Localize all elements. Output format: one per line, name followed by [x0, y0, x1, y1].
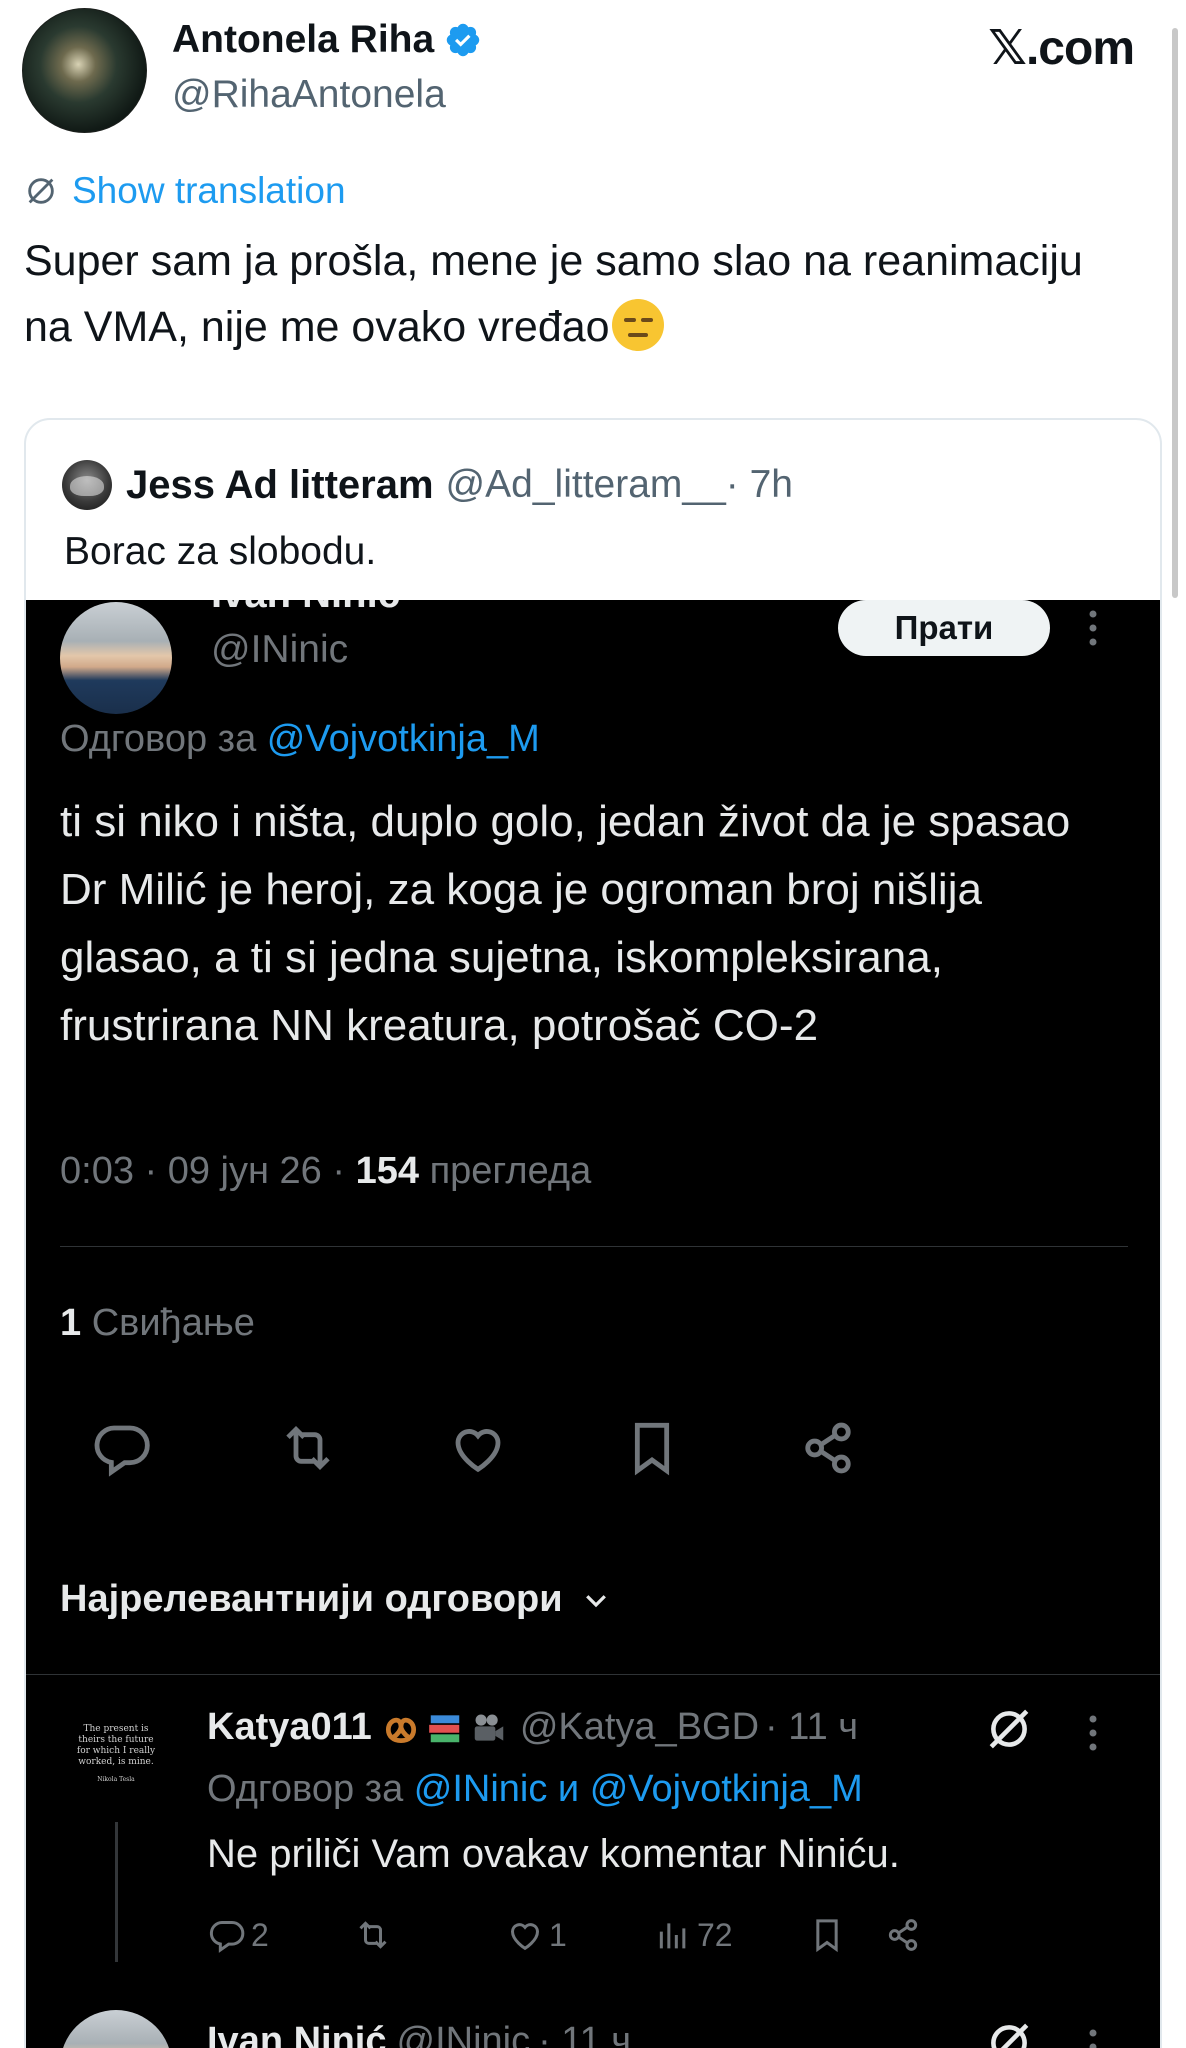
grok-icon[interactable]	[984, 2018, 1034, 2048]
reply2-time: · 11 ч	[538, 2020, 632, 2048]
share-icon[interactable]	[796, 1416, 860, 1480]
follow-button[interactable]: Прати	[838, 600, 1050, 656]
embedded-action-bar	[60, 1416, 1120, 1480]
site-label: .com	[1025, 22, 1135, 75]
avatar-quote-signature: Nikola Tesla	[97, 1775, 135, 1783]
embedded-views-count: 154	[355, 1150, 419, 1192]
embedded-timestamp: 0:03 · 09 јун 26 ·	[60, 1150, 346, 1192]
quoted-tweet-card[interactable]: Jess Ad litteram @Ad_litteram__ · 7h Bor…	[24, 418, 1162, 2048]
show-translation-link[interactable]: Show translation	[72, 170, 346, 212]
embedded-tweet-text: ti si niko i ništa, duplo golo, jedan ži…	[60, 797, 1071, 1050]
more-options-icon[interactable]	[1078, 600, 1108, 656]
quoted-avatar[interactable]	[62, 460, 112, 510]
expressionless-face-icon	[611, 299, 664, 351]
likes-label: Свиђање	[91, 1302, 255, 1344]
repost-icon[interactable]	[276, 1416, 340, 1480]
author-name[interactable]: Antonela Riha	[172, 18, 434, 62]
embedded-screenshot: Ivan Ninić @INinic Прати Одговор за @Voj…	[26, 600, 1160, 2048]
reply2-name[interactable]: Ivan Ninić	[207, 2020, 387, 2048]
scrollbar[interactable]	[1172, 28, 1178, 598]
bookmark-icon	[816, 1919, 838, 1953]
globe-icon	[28, 178, 54, 204]
reply-more-options-icon[interactable]	[1078, 1710, 1108, 1756]
reply2-header: Ivan Ninić @INinic · 11 ч	[207, 2020, 631, 2048]
chevron-down-icon	[585, 1594, 606, 1607]
reply-name[interactable]: Katya011	[207, 1706, 372, 1749]
embedded-avatar	[60, 602, 172, 714]
avatar-quote-text: The present is theirs the future for whi…	[76, 1723, 156, 1767]
share-icon	[888, 1919, 918, 1951]
reply-reply-to: Одговор за @INinic и @Vojvotkinja_M	[207, 1768, 863, 1811]
books-icon	[428, 1714, 460, 1742]
like-icon[interactable]	[446, 1416, 510, 1480]
reply-to-prefix: Одговор за	[60, 718, 257, 760]
divider	[26, 1674, 1160, 1675]
thread-line	[115, 1822, 118, 1962]
bookmark-icon[interactable]	[620, 1416, 684, 1480]
quoted-name[interactable]: Jess Ad litteram	[126, 463, 434, 508]
likes-count: 1	[60, 1302, 82, 1344]
quoted-time: · 7h	[725, 463, 793, 506]
divider	[60, 1246, 1128, 1247]
grok-icon[interactable]	[984, 1704, 1034, 1754]
translation-row[interactable]: Show translation	[24, 170, 346, 212]
quoted-handle[interactable]: @Ad_litteram__	[446, 463, 726, 507]
like-icon	[510, 1923, 540, 1951]
embedded-meta: 0:03 · 09 јун 26 · 154 прегледа	[60, 1150, 591, 1193]
reply-to-prefix: Одговор за	[207, 1768, 404, 1810]
sort-label: Најрелевантнији одговори	[60, 1578, 563, 1620]
reply2-handle[interactable]: @INinic	[397, 2020, 531, 2048]
quoted-text: Borac za slobodu.	[64, 530, 377, 573]
x-com-logo: 𝕏.com	[988, 20, 1135, 76]
tweet-text: Super sam ja prošla, mene je samo slao n…	[24, 228, 1084, 360]
author-name-row: Antonela Riha	[172, 18, 482, 62]
reply-bookmark-button[interactable]	[807, 1910, 851, 1960]
reply-count: 2	[251, 1916, 269, 1953]
reply-avatar[interactable]: The present is theirs the future for whi…	[60, 1698, 172, 1810]
sort-replies-dropdown[interactable]: Најрелевантнији одговори	[60, 1578, 611, 1621]
pretzel-icon	[385, 1717, 416, 1743]
reply-icon[interactable]	[90, 1416, 154, 1480]
reply-time: · 11 ч	[765, 1706, 859, 1748]
reply-text: Ne priliči Vam ovakav komentar Niniću.	[207, 1832, 900, 1876]
embedded-name: Ivan Ninić	[211, 600, 400, 617]
reply2-avatar[interactable]	[60, 2010, 172, 2048]
reply-like-button[interactable]: 1	[505, 1910, 567, 1960]
reply-share-button[interactable]	[883, 1910, 927, 1960]
reply-handle[interactable]: @Katya_BGD	[520, 1706, 759, 1749]
verified-badge-icon	[446, 23, 480, 57]
embedded-likes[interactable]: 1 Свиђање	[60, 1302, 255, 1345]
tweet-body: Super sam ja prošla, mene je samo slao n…	[24, 237, 1083, 351]
author-handle[interactable]: @RihaAntonela	[172, 73, 446, 117]
quoted-header: Jess Ad litteram @Ad_litteram__ · 7h	[62, 460, 793, 510]
views-count: 72	[697, 1916, 733, 1953]
like-count: 1	[549, 1916, 567, 1953]
repost-icon	[359, 1921, 387, 1949]
reply-reply-button[interactable]: 2	[207, 1910, 269, 1960]
movie-camera-icon	[474, 1714, 504, 1741]
reply-repost-button[interactable]	[353, 1910, 397, 1960]
embedded-views-label: прегледа	[429, 1150, 592, 1192]
reply-to-mentions[interactable]: @INinic и @Vojvotkinja_M	[414, 1768, 863, 1810]
reply-to-mention[interactable]: @Vojvotkinja_M	[267, 718, 540, 760]
author-avatar[interactable]	[22, 8, 147, 133]
reply-action-bar: 2 1 72	[207, 1910, 1127, 1960]
reply-header: Katya011 @Katya_BGD · 11 ч	[207, 1706, 858, 1749]
views-icon	[659, 1923, 686, 1949]
x-logo-icon: 𝕏	[988, 20, 1027, 76]
embedded-handle: @INinic	[211, 628, 349, 671]
reply2-more-options-icon[interactable]	[1078, 2024, 1108, 2048]
reply-views-button[interactable]: 72	[653, 1910, 733, 1960]
embedded-reply-to: Одговор за @Vojvotkinja_M	[60, 718, 540, 761]
reply-icon	[209, 1921, 245, 1953]
